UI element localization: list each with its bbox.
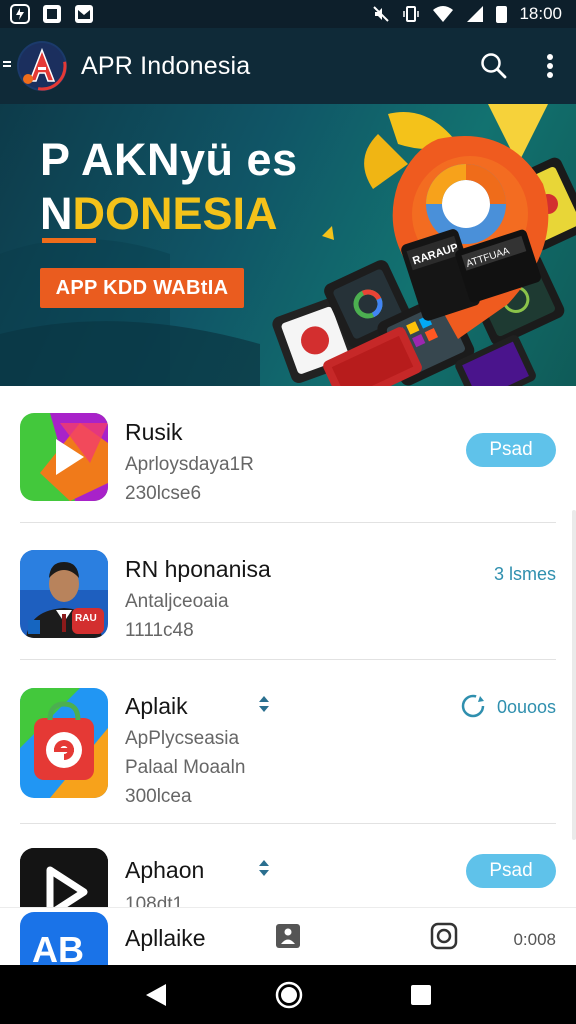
install-button[interactable]: Psad xyxy=(466,854,556,888)
logo-ring-icon xyxy=(17,41,67,91)
recents-square-icon[interactable] xyxy=(410,984,432,1006)
item-meta: 0:008 xyxy=(513,930,556,949)
ab-logo-icon: AB xyxy=(20,912,108,972)
ab-logo-text: AB xyxy=(32,929,84,970)
app-status-link[interactable]: 0ouoos xyxy=(497,697,556,718)
app-size: 230lcse6 xyxy=(125,483,202,504)
app-size: 1111c48 xyxy=(125,620,194,641)
banner-subheadline: NDONESIA xyxy=(40,188,278,240)
app-developer: Antaljceoaia xyxy=(125,591,229,612)
install-button[interactable]: Psad xyxy=(466,433,556,467)
svg-text:RAU: RAU xyxy=(75,613,97,624)
app-size: 300lcea xyxy=(125,786,192,807)
sort-arrows-icon xyxy=(259,696,269,712)
app-name: Aphaon xyxy=(125,857,205,883)
banner-cta-button[interactable]: APP KDD WABtIA xyxy=(40,268,244,308)
banner-illustration: RARAUP ATTFUAA xyxy=(272,104,576,386)
status-time: 18:00 xyxy=(519,4,562,23)
notification-app-icon xyxy=(10,4,30,24)
banner-subheadline-white: N xyxy=(40,188,73,239)
sort-arrows-icon xyxy=(259,860,269,876)
promo-banner[interactable]: P AKNyü es NDONESIA APP KDD WABtIA RARAU… xyxy=(0,104,576,386)
camera-icon[interactable] xyxy=(430,922,458,950)
list-item[interactable]: Rusik Aprloysdaya1R 230lcse6 Psad xyxy=(20,386,556,523)
shopping-bag-icon xyxy=(20,688,108,798)
list-item[interactable]: RAU RN hponanisa Antaljceoaia 1111c48 3 … xyxy=(20,523,556,660)
home-circle-icon[interactable] xyxy=(275,981,303,1009)
search-icon[interactable] xyxy=(480,52,508,80)
battery-icon xyxy=(496,5,508,23)
scrollbar[interactable] xyxy=(572,510,576,840)
refresh-icon[interactable] xyxy=(460,693,486,719)
profile-photo-icon: RAU xyxy=(20,550,108,638)
banner-subheadline-yellow: DONESIA xyxy=(72,188,278,239)
play-icon xyxy=(20,413,108,501)
app-title: APR Indonesia xyxy=(81,51,251,80)
list-item[interactable]: Aplaik ApPlycseasia Palaal Moaaln 300lce… xyxy=(20,660,556,824)
person-badge-icon[interactable] xyxy=(276,924,300,948)
back-triangle-icon[interactable] xyxy=(144,982,168,1008)
app-status-link[interactable]: 3 lsmes xyxy=(494,564,556,585)
app-list: Rusik Aprloysdaya1R 230lcse6 Psad RAU RN… xyxy=(0,386,576,961)
app-category: Palaal Moaaln xyxy=(125,757,246,778)
app-icon-aplaik xyxy=(20,688,108,798)
bottom-list-item[interactable]: AB Apllaike 0:008 xyxy=(0,907,576,972)
app-name: RN hponanisa xyxy=(125,556,271,582)
status-system: 18:00 xyxy=(372,4,562,24)
app-icon-apllaike: AB xyxy=(20,912,108,972)
more-vertical-icon[interactable] xyxy=(546,53,554,79)
app-icon-rn-indonesia: RAU xyxy=(20,550,108,638)
system-nav-bar xyxy=(0,965,576,1024)
notification-image-icon xyxy=(43,5,61,23)
wifi-icon xyxy=(433,6,454,22)
vibrate-icon xyxy=(403,6,420,22)
status-notifications xyxy=(10,4,94,24)
app-name: Apllaike xyxy=(125,925,206,951)
app-name: Aplaik xyxy=(125,693,188,719)
status-bar: 18:00 xyxy=(0,0,576,28)
drawer-menu-icon[interactable] xyxy=(3,65,11,67)
banner-accent-line xyxy=(42,238,96,243)
app-bar: APR Indonesia xyxy=(0,28,576,104)
notification-mail-icon xyxy=(75,5,93,23)
mute-icon xyxy=(373,6,390,22)
app-developer: Aprloysdaya1R xyxy=(125,454,254,475)
signal-icon xyxy=(467,6,484,22)
app-icon-rusik xyxy=(20,413,108,501)
app-developer: ApPlycseasia xyxy=(125,728,240,749)
app-name: Rusik xyxy=(125,419,183,445)
app-logo xyxy=(17,41,67,91)
